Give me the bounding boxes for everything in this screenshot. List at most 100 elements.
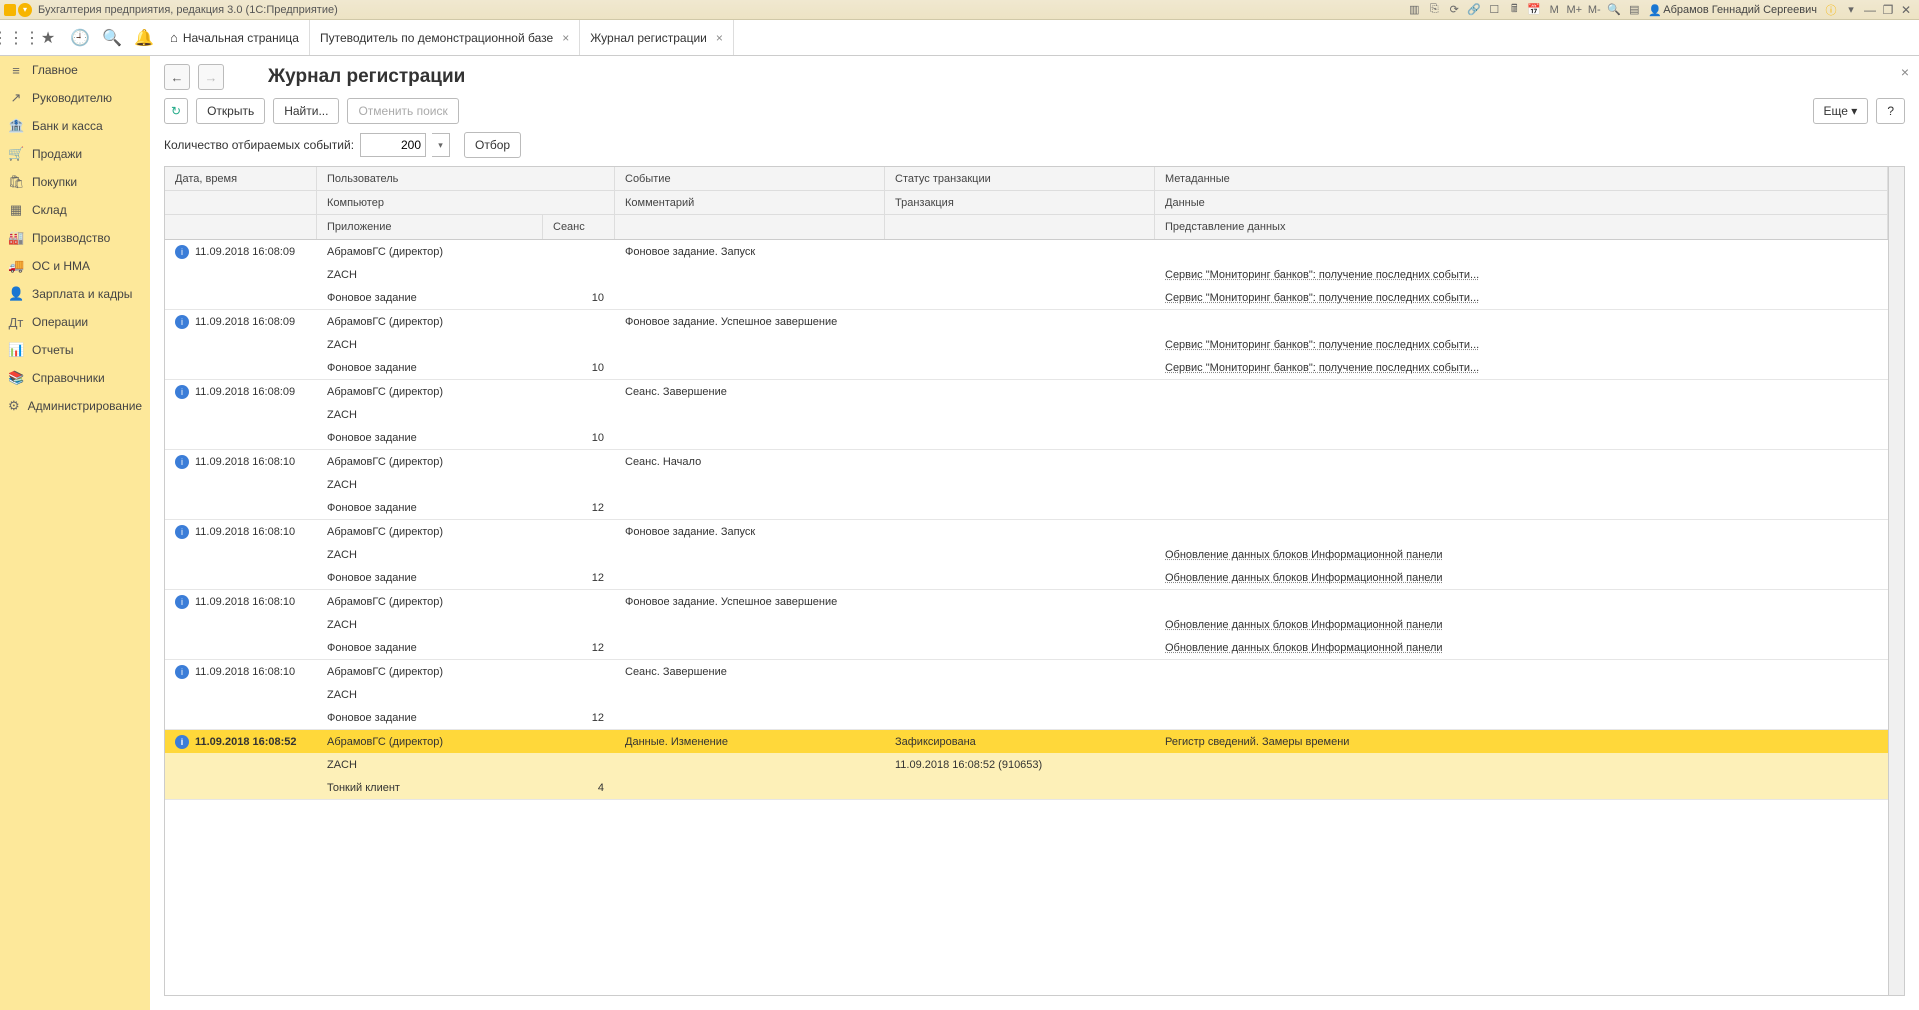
nav-forward-button[interactable]: →	[198, 64, 224, 90]
table-row[interactable]: i11.09.2018 16:08:10АбрамовГС (директор)…	[165, 590, 1888, 660]
table-header: Дата, время Пользователь Событие Статус …	[165, 167, 1888, 240]
titlebar-icon-3[interactable]: ⟳	[1446, 2, 1462, 18]
tab-close-icon[interactable]: ×	[562, 31, 569, 45]
cell-data-link[interactable]: Обновление данных блоков Информационной …	[1165, 619, 1443, 631]
cell-repr-link[interactable]: Обновление данных блоков Информационной …	[1165, 572, 1443, 584]
cell-data-link[interactable]: Сервис "Мониторинг банков": получение по…	[1165, 269, 1479, 281]
titlebar-info-icon[interactable]: ⓘ	[1823, 2, 1839, 18]
table-row[interactable]: i11.09.2018 16:08:09АбрамовГС (директор)…	[165, 380, 1888, 450]
tabs: ⌂Начальная страницаПутеводитель по демон…	[160, 20, 734, 55]
sidebar-item-12[interactable]: ⚙Администрирование	[0, 392, 150, 420]
app-logo-icon	[4, 4, 16, 16]
sidebar-item-3[interactable]: 🛒Продажи	[0, 140, 150, 168]
col-transaction[interactable]: Транзакция	[885, 191, 1155, 214]
col-data[interactable]: Данные	[1155, 191, 1888, 214]
window-minimize[interactable]: —	[1861, 3, 1879, 17]
cell-transaction: 11.09.2018 16:08:52 (910653)	[885, 759, 1155, 771]
titlebar-dropdown-icon[interactable]: ▾	[1843, 2, 1859, 18]
apps-icon[interactable]: ⋮⋮⋮	[2, 24, 30, 52]
open-button[interactable]: Открыть	[196, 98, 265, 124]
nav-back-button[interactable]: ←	[164, 64, 190, 90]
filter-count-input[interactable]	[360, 133, 426, 157]
sidebar-icon: 🚚	[8, 258, 24, 274]
cell-repr-link[interactable]: Обновление данных блоков Информационной …	[1165, 642, 1443, 654]
sidebar-item-11[interactable]: 📚Справочники	[0, 364, 150, 392]
sidebar-item-4[interactable]: 🛍Покупки	[0, 168, 150, 196]
sidebar-item-5[interactable]: ▦ Склад	[0, 196, 150, 224]
sidebar-item-10[interactable]: 📊Отчеты	[0, 336, 150, 364]
info-icon: i	[175, 595, 189, 609]
titlebar-icon-cal[interactable]: 📅	[1526, 2, 1542, 18]
tab-0[interactable]: ⌂Начальная страница	[160, 20, 310, 55]
cell-user: АбрамовГС (директор)	[317, 596, 615, 608]
cell-application: Фоновое задание	[317, 362, 543, 374]
col-metadata[interactable]: Метаданные	[1155, 167, 1888, 190]
tab-1[interactable]: Путеводитель по демонстрационной базе×	[310, 20, 580, 55]
titlebar-icon-4[interactable]: 🔗	[1466, 2, 1482, 18]
table-row[interactable]: i11.09.2018 16:08:10АбрамовГС (директор)…	[165, 660, 1888, 730]
table-row[interactable]: i11.09.2018 16:08:52АбрамовГС (директор)…	[165, 730, 1888, 800]
cancel-find-button[interactable]: Отменить поиск	[347, 98, 458, 124]
app-menu-icon[interactable]	[18, 3, 32, 17]
help-button[interactable]: ?	[1876, 98, 1905, 124]
col-computer[interactable]: Компьютер	[317, 191, 615, 214]
titlebar-icon-1[interactable]: ▥	[1406, 2, 1422, 18]
titlebar-windows-icon[interactable]: ▤	[1626, 2, 1642, 18]
bell-icon[interactable]: 🔔	[130, 24, 158, 52]
filter-button[interactable]: Отбор	[464, 132, 521, 158]
cell-repr-link[interactable]: Сервис "Мониторинг банков": получение по…	[1165, 362, 1479, 374]
col-repr[interactable]: Представление данных	[1155, 215, 1888, 239]
window-restore[interactable]: ❐	[1879, 3, 1897, 17]
titlebar-icon-2[interactable]: ⎘	[1426, 2, 1442, 18]
col-session[interactable]: Сеанс	[543, 215, 615, 239]
col-application[interactable]: Приложение	[317, 215, 543, 239]
sidebar-item-7[interactable]: 🚚ОС и НМА	[0, 252, 150, 280]
titlebar-mminus[interactable]: M-	[1586, 2, 1602, 18]
cell-data-link[interactable]: Обновление данных блоков Информационной …	[1165, 549, 1443, 561]
tab-2[interactable]: Журнал регистрации×	[580, 20, 734, 55]
content-close[interactable]: ×	[1901, 64, 1909, 80]
sidebar-item-9[interactable]: ДтОперации	[0, 308, 150, 336]
titlebar-icon-calc[interactable]: 🖩	[1506, 2, 1522, 18]
titlebar-m[interactable]: M	[1546, 2, 1562, 18]
cell-computer: ZACH	[317, 269, 615, 281]
col-event[interactable]: Событие	[615, 167, 885, 190]
cell-data: Обновление данных блоков Информационной …	[1155, 549, 1888, 561]
col-status[interactable]: Статус транзакции	[885, 167, 1155, 190]
info-icon: i	[175, 245, 189, 259]
titlebar-icon-5[interactable]: ☐	[1486, 2, 1502, 18]
sidebar-item-0[interactable]: ≡Главное	[0, 56, 150, 84]
window-close[interactable]: ✕	[1897, 3, 1915, 17]
col-comment[interactable]: Комментарий	[615, 191, 885, 214]
sidebar-label: Склад	[32, 203, 67, 217]
sidebar-item-8[interactable]: 👤Зарплата и кадры	[0, 280, 150, 308]
tab-close-icon[interactable]: ×	[716, 31, 723, 45]
titlebar: Бухгалтерия предприятия, редакция 3.0 (1…	[0, 0, 1919, 20]
history-icon[interactable]: 🕘	[66, 24, 94, 52]
table-row[interactable]: i11.09.2018 16:08:09АбрамовГС (директор)…	[165, 310, 1888, 380]
titlebar-user[interactable]: 👤 Абрамов Геннадий Сергеевич	[1648, 4, 1817, 16]
sidebar-item-1[interactable]: ↗Руководителю	[0, 84, 150, 112]
more-button[interactable]: Еще ▾	[1813, 98, 1869, 124]
cell-data-link[interactable]: Сервис "Мониторинг банков": получение по…	[1165, 339, 1479, 351]
refresh-button[interactable]: ↻	[164, 98, 188, 124]
cell-user: АбрамовГС (директор)	[317, 246, 615, 258]
table-row[interactable]: i11.09.2018 16:08:10АбрамовГС (директор)…	[165, 520, 1888, 590]
titlebar-zoom-icon[interactable]: 🔍	[1606, 2, 1622, 18]
find-button[interactable]: Найти...	[273, 98, 339, 124]
sidebar-item-6[interactable]: 🏭Производство	[0, 224, 150, 252]
cell-repr-link[interactable]: Сервис "Мониторинг банков": получение по…	[1165, 292, 1479, 304]
titlebar-mplus[interactable]: M+	[1566, 2, 1582, 18]
favorite-icon[interactable]: ★	[34, 24, 62, 52]
table-row[interactable]: i11.09.2018 16:08:09АбрамовГС (директор)…	[165, 240, 1888, 310]
col-user[interactable]: Пользователь	[317, 167, 615, 190]
search-icon[interactable]: 🔍	[98, 24, 126, 52]
vertical-scrollbar[interactable]	[1888, 167, 1904, 995]
cell-application: Фоновое задание	[317, 292, 543, 304]
cell-computer: ZACH	[317, 689, 615, 701]
sidebar-item-2[interactable]: 🏦Банк и касса	[0, 112, 150, 140]
filter-spin-icon[interactable]: ▾	[432, 133, 450, 157]
table-row[interactable]: i11.09.2018 16:08:10АбрамовГС (директор)…	[165, 450, 1888, 520]
col-datetime[interactable]: Дата, время	[165, 167, 317, 190]
sidebar-icon: ▦	[8, 202, 24, 218]
